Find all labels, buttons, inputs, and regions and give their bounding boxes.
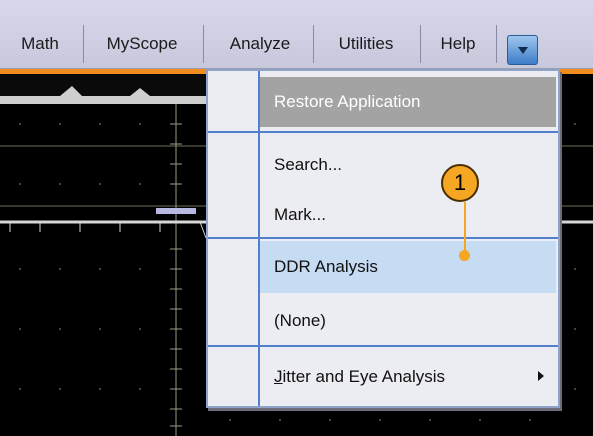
menu-help[interactable]: Help <box>425 0 491 68</box>
menu-math[interactable]: Math <box>0 0 80 68</box>
menu-item-restore-application[interactable]: Restore Application <box>260 77 556 127</box>
menu-mnemonic: J <box>274 367 283 386</box>
callout-pointer-dot <box>459 250 470 261</box>
callout-leader-line <box>464 202 466 254</box>
menu-utilities[interactable]: Utilities <box>316 0 416 68</box>
menu-separator <box>496 25 497 63</box>
zoom-marker <box>156 208 196 214</box>
menu-separator <box>313 25 314 63</box>
menu-item-jitter-eye-analysis[interactable]: Jitter and Eye Analysis <box>260 351 556 403</box>
menu-group-separator <box>208 345 558 347</box>
menu-item-mark[interactable]: Mark... <box>260 189 556 241</box>
menu-group-separator <box>208 237 558 239</box>
analysis-popup-menu: Restore Application Search... Mark... DD… <box>206 69 560 408</box>
menu-separator <box>203 25 204 63</box>
menu-myscope[interactable]: MyScope <box>86 0 198 68</box>
chevron-down-icon <box>518 47 528 54</box>
callout-badge: 1 <box>441 164 479 202</box>
menu-item-label: itter and Eye Analysis <box>282 367 446 386</box>
menu-item-search[interactable]: Search... <box>260 139 556 191</box>
menu-separator <box>420 25 421 63</box>
menu-group-separator <box>208 131 558 133</box>
menu-separator <box>83 25 84 63</box>
menu-overflow-button[interactable] <box>507 35 538 65</box>
menu-item-none[interactable]: (None) <box>260 295 556 347</box>
chevron-right-icon <box>538 371 544 381</box>
menu-analyze[interactable]: Analyze <box>210 0 310 68</box>
menu-bar: Math MyScope Analyze Utilities Help <box>0 0 593 69</box>
menu-item-ddr-analysis[interactable]: DDR Analysis <box>260 241 556 293</box>
